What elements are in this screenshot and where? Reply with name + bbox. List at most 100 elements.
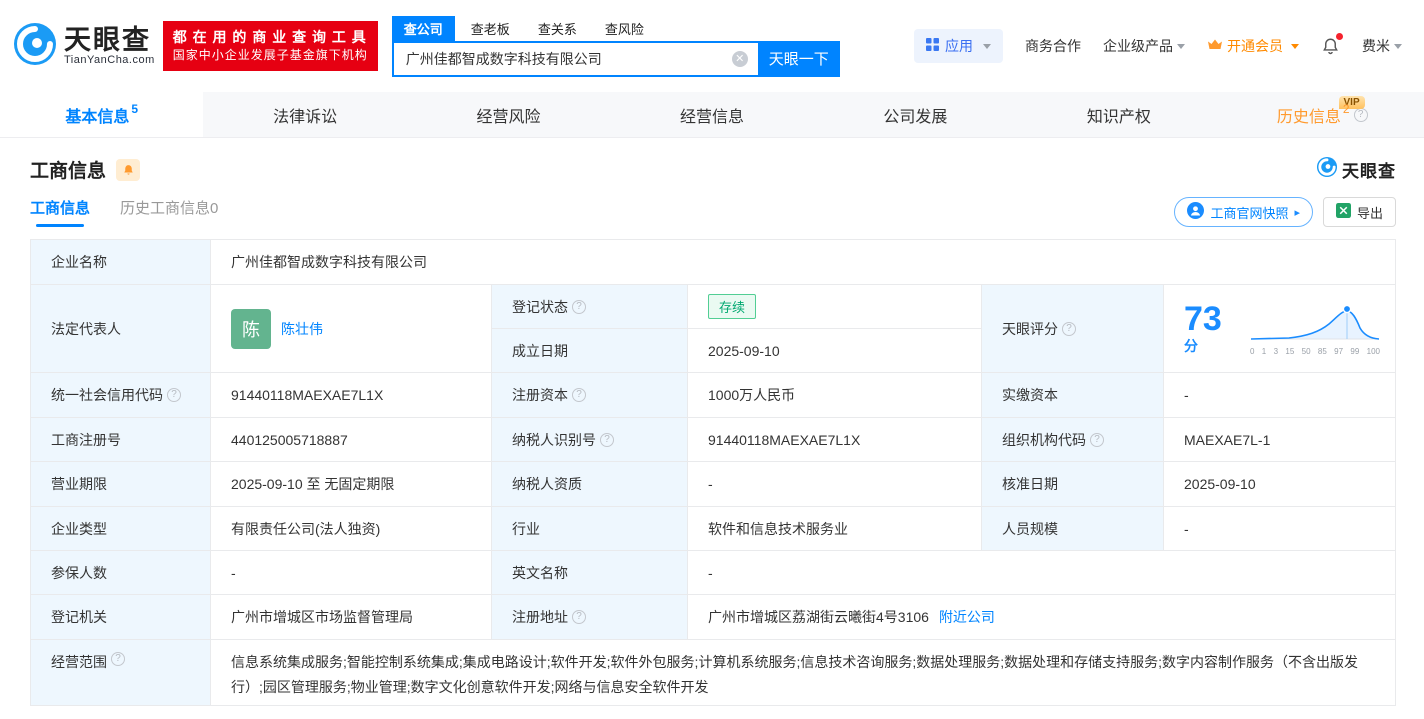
- field-label-registered-address: 注册地址?: [492, 595, 688, 640]
- field-label-company-type: 企业类型: [31, 507, 211, 551]
- help-icon[interactable]: ?: [111, 652, 125, 666]
- field-value-business-scope: 信息系统集成服务;智能控制系统集成;集成电路设计;软件开发;软件外包服务;计算机…: [211, 640, 1396, 706]
- field-value-registered-address: 广州市增城区荔湖街云曦街4号3106 附近公司: [688, 595, 1396, 640]
- field-value-paid-capital: -: [1164, 373, 1396, 418]
- search-tab-relation[interactable]: 查关系: [526, 16, 589, 41]
- open-vip-label: 开通会员: [1227, 38, 1283, 54]
- tab-label: 知识产权: [1086, 108, 1151, 126]
- field-value-company-name: 广州佳都智成数字科技有限公司: [211, 240, 1396, 285]
- apps-label: 应用: [945, 38, 973, 54]
- enterprise-products-menu[interactable]: 企业级产品: [1103, 36, 1185, 56]
- score-unit: 分: [1184, 337, 1198, 354]
- subtab-business-registration[interactable]: 工商信息: [30, 197, 90, 227]
- search-tab-boss[interactable]: 查老板: [459, 16, 522, 41]
- field-value-reg-status: 存续: [688, 285, 982, 329]
- field-label-taxpayer-quality: 纳税人资质: [492, 462, 688, 507]
- search-button[interactable]: 天眼一下: [757, 40, 840, 77]
- export-button[interactable]: 导出: [1322, 197, 1396, 227]
- field-label-staff-size: 人员规模: [982, 507, 1164, 551]
- field-value-english-name: -: [688, 551, 1396, 595]
- subtab-history-registration[interactable]: 历史工商信息0: [120, 197, 218, 227]
- search-tab-company[interactable]: 查公司: [391, 15, 455, 41]
- export-label: 导出: [1356, 205, 1383, 221]
- help-icon[interactable]: ?: [572, 388, 586, 402]
- tab-business-info[interactable]: 经营信息: [610, 92, 813, 137]
- apps-menu-button[interactable]: 应用: [914, 29, 1003, 63]
- tab-legal-proceedings[interactable]: 法律诉讼: [203, 92, 406, 137]
- section-title: 工商信息: [30, 161, 107, 182]
- legal-rep-link[interactable]: 陈壮伟: [281, 319, 323, 339]
- field-label-insured-count: 参保人数: [31, 551, 211, 595]
- field-label-business-scope: 经营范围?: [31, 640, 211, 706]
- arrow-right-icon: ▸: [1294, 206, 1300, 219]
- field-value-taxpayer-id: 91440118MAEXAE7L1X: [688, 418, 982, 462]
- legal-rep-avatar[interactable]: 陈: [231, 308, 271, 349]
- help-icon[interactable]: ?: [572, 610, 586, 624]
- site-logo[interactable]: 天眼查 TianYanCha.com: [12, 21, 155, 72]
- score-number: 73: [1184, 299, 1222, 338]
- field-label-reg-status: 登记状态?: [492, 285, 688, 329]
- tianyancha-watermark-logo: 天眼查: [1316, 156, 1396, 183]
- field-label-registration-authority: 登记机关: [31, 595, 211, 640]
- help-icon[interactable]: ?: [600, 432, 614, 447]
- open-vip-link[interactable]: 开通会员: [1207, 36, 1299, 56]
- field-label-industry: 行业: [492, 507, 688, 551]
- field-value-establish-date: 2025-09-10: [688, 329, 982, 373]
- slogan-line1: 都 在 用 的 商 业 查 询 工 具: [172, 29, 367, 46]
- site-header: 天眼查 TianYanCha.com 都 在 用 的 商 业 查 询 工 具 国…: [0, 0, 1424, 92]
- subscribe-bell-icon[interactable]: [116, 158, 141, 181]
- tab-history-info[interactable]: VIP 历史信息 2 ?: [1221, 92, 1424, 137]
- field-value-legal-rep: 陈 陈壮伟: [211, 285, 492, 373]
- search-tab-risk[interactable]: 查风险: [593, 16, 656, 41]
- tab-label: 法律诉讼: [273, 108, 338, 126]
- official-snapshot-button[interactable]: 工商官网快照 ▸: [1174, 197, 1313, 227]
- notifications-bell-icon[interactable]: [1321, 33, 1343, 56]
- field-label-taxpayer-id: 纳税人识别号?: [492, 418, 688, 462]
- field-label-approve-date: 核准日期: [982, 462, 1164, 507]
- field-label-reg-number: 工商注册号: [31, 418, 211, 462]
- brand-domain: TianYanCha.com: [64, 54, 155, 67]
- field-value-business-term: 2025-09-10 至 无固定期限: [211, 462, 492, 507]
- field-label-paid-capital: 实缴资本: [982, 373, 1164, 418]
- tab-basic-info[interactable]: 基本信息 5: [0, 92, 204, 137]
- nearby-companies-link[interactable]: 附近公司: [939, 607, 995, 627]
- chevron-down-icon: [1394, 44, 1402, 49]
- field-label-credit-code: 统一社会信用代码?: [31, 373, 211, 418]
- excel-export-icon: [1335, 203, 1351, 221]
- field-label-english-name: 英文名称: [492, 551, 688, 595]
- tianyancha-eye-icon: [12, 21, 58, 72]
- field-label-org-code: 组织机构代码?: [982, 418, 1164, 462]
- field-value-credit-code: 91440118MAEXAE7L1X: [211, 373, 492, 418]
- tab-intellectual-property[interactable]: 知识产权: [1017, 92, 1220, 137]
- apps-grid-icon: [926, 38, 939, 54]
- field-value-taxpayer-quality: -: [688, 462, 982, 507]
- field-value-approve-date: 2025-09-10: [1164, 462, 1396, 507]
- tab-company-development[interactable]: 公司发展: [814, 92, 1017, 137]
- help-icon[interactable]: ?: [572, 299, 586, 314]
- watermark-brand-text: 天眼查: [1342, 162, 1396, 181]
- notification-dot: [1336, 33, 1343, 40]
- help-icon[interactable]: ?: [1090, 432, 1104, 447]
- field-label-business-term: 营业期限: [31, 462, 211, 507]
- tab-operational-risk[interactable]: 经营风险: [407, 92, 610, 137]
- user-account-menu[interactable]: 费米: [1362, 36, 1402, 56]
- field-label-legal-rep: 法定代表人: [31, 285, 211, 373]
- chevron-down-icon: [983, 43, 991, 49]
- field-value-org-code: MAEXAE7L-1: [1164, 418, 1396, 462]
- tab-label: 经营风险: [476, 108, 541, 126]
- help-icon[interactable]: ?: [1062, 321, 1076, 336]
- field-value-reg-capital: 1000万人民币: [688, 373, 982, 418]
- field-value-tyc-score[interactable]: 73分 0 1 3 15 50 85 97 99 100: [1164, 285, 1396, 373]
- user-circle-icon: [1187, 202, 1205, 222]
- help-icon[interactable]: ?: [167, 388, 181, 402]
- business-cooperation-link[interactable]: 商务合作: [1025, 36, 1081, 56]
- field-label-company-name: 企业名称: [31, 240, 211, 285]
- tab-count-badge: 5: [131, 101, 139, 116]
- clear-search-icon[interactable]: ✕: [731, 50, 748, 67]
- header-nav: 应用 商务合作 企业级产品 开通会员 费米: [914, 29, 1402, 63]
- tab-label: 经营信息: [679, 108, 744, 126]
- search-input[interactable]: [391, 40, 758, 77]
- help-icon[interactable]: ?: [1353, 107, 1368, 122]
- field-value-reg-number: 440125005718887: [211, 418, 492, 462]
- business-info-table: 企业名称 广州佳都智成数字科技有限公司 法定代表人 陈 陈壮伟 登记状态? 存续…: [30, 239, 1396, 706]
